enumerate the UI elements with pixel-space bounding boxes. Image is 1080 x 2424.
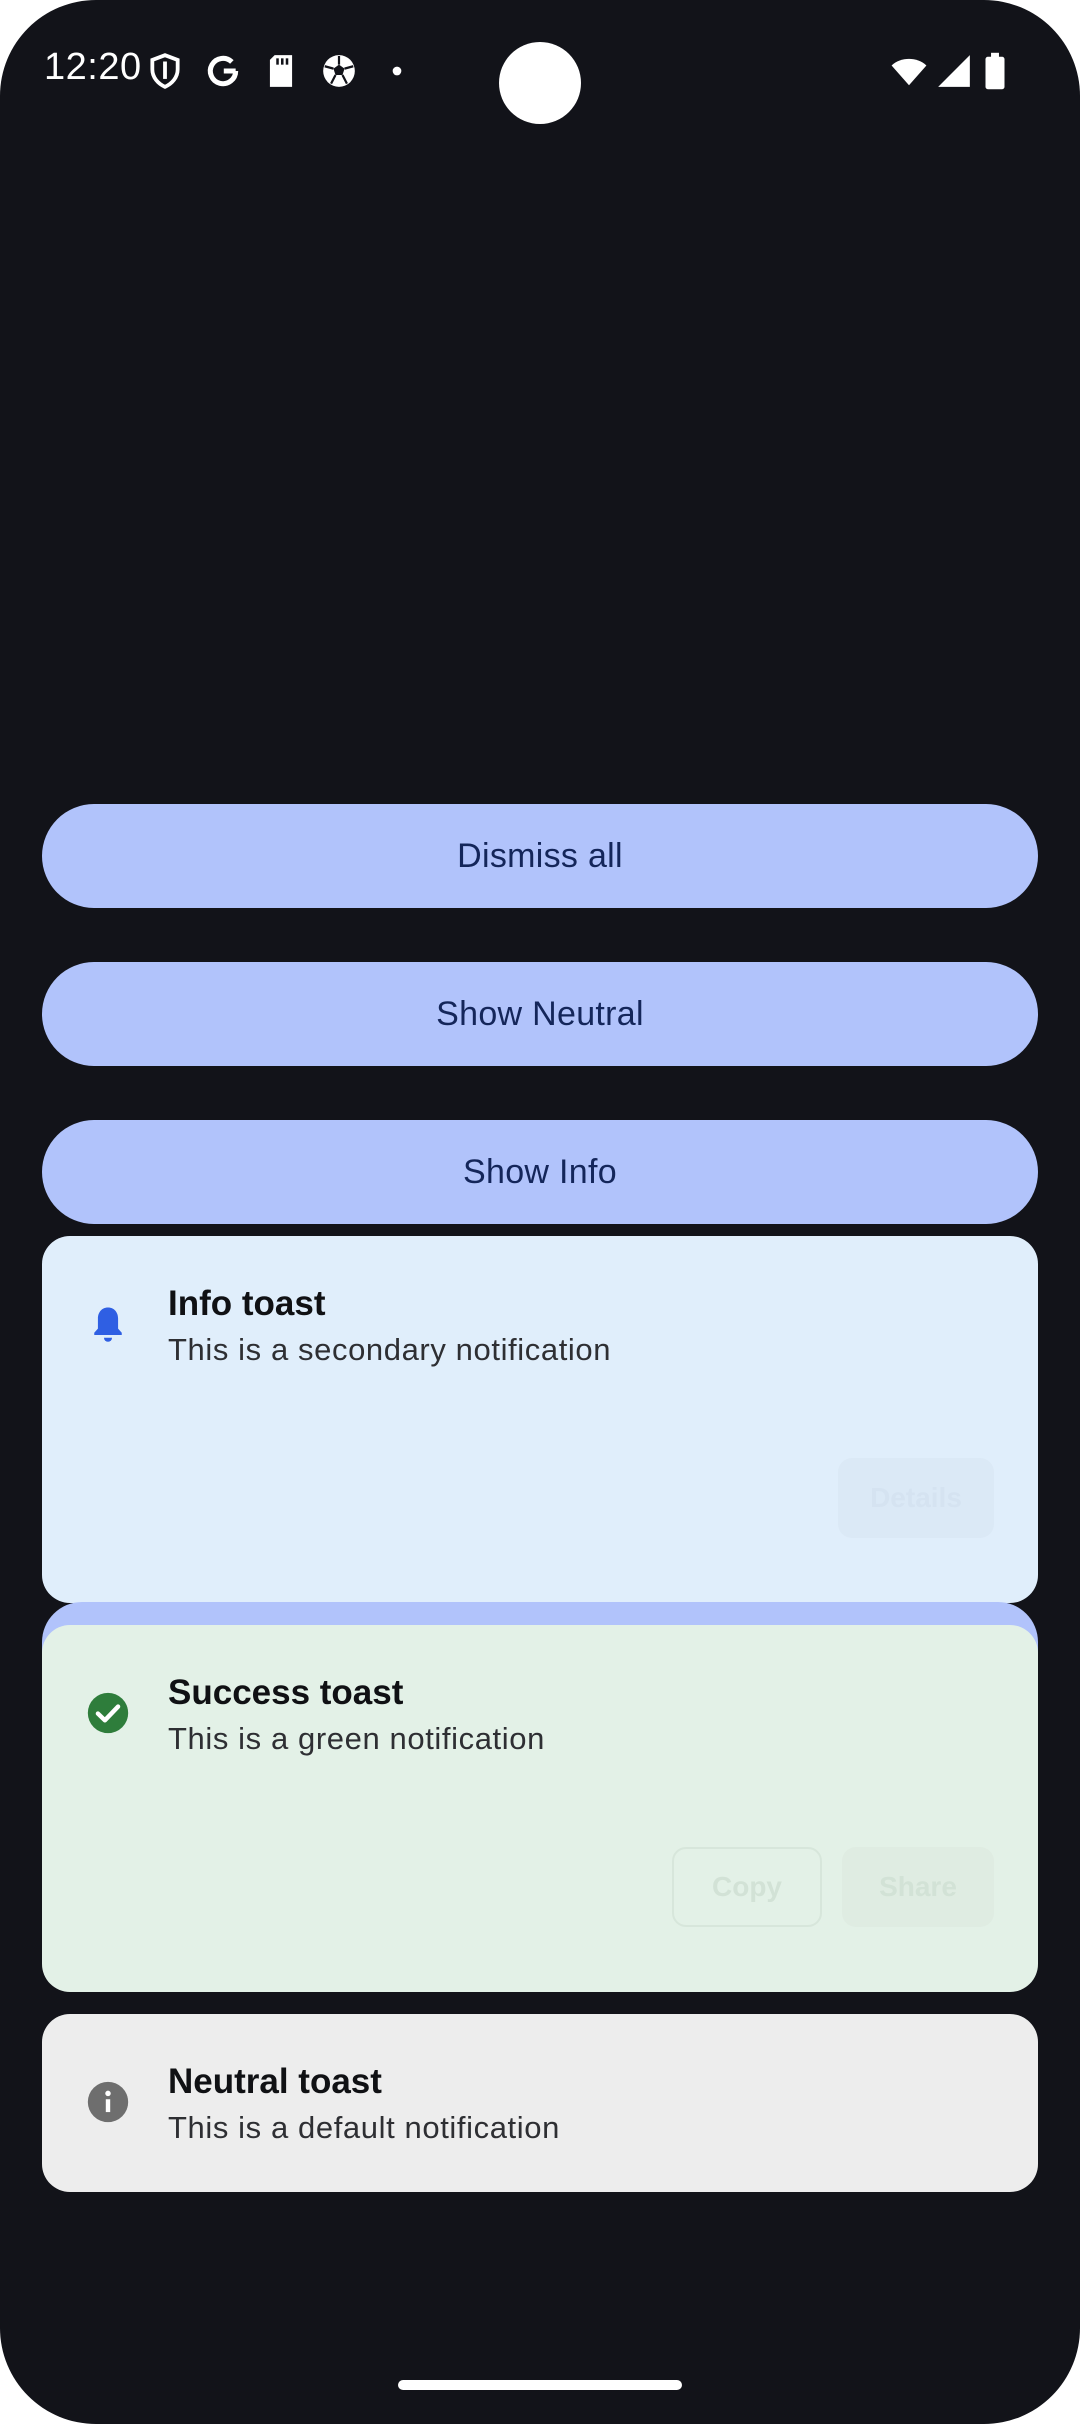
show-info-button[interactable]: Show Info bbox=[42, 1120, 1038, 1224]
check-circle-icon bbox=[87, 1692, 129, 1734]
neutral-toast-body: This is a default notification bbox=[168, 2110, 560, 2145]
info-toast-title: Info toast bbox=[168, 1284, 326, 1323]
shield-icon bbox=[150, 53, 180, 89]
neutral-toast-title: Neutral toast bbox=[168, 2062, 382, 2101]
bell-icon bbox=[94, 1307, 122, 1342]
dot-icon bbox=[392, 66, 402, 76]
dismiss-all-button[interactable]: Dismiss all bbox=[42, 804, 1038, 908]
phone-screen: 12:20 Dismiss all Show Neutral Show Info… bbox=[0, 0, 1080, 2424]
share-button[interactable]: Share bbox=[842, 1847, 994, 1927]
info-circle-icon bbox=[87, 2081, 129, 2123]
info-toast[interactable]: Info toast This is a secondary notificat… bbox=[42, 1236, 1038, 1603]
success-toast[interactable]: Success toast This is a green notificati… bbox=[42, 1625, 1038, 1992]
wifi-icon bbox=[891, 58, 927, 86]
home-indicator[interactable] bbox=[398, 2380, 682, 2390]
battery-icon bbox=[985, 52, 1005, 90]
sd-card-icon bbox=[269, 55, 293, 87]
neutral-toast[interactable]: Neutral toast This is a default notifica… bbox=[42, 2014, 1038, 2192]
google-icon bbox=[207, 55, 239, 87]
copy-button[interactable]: Copy bbox=[672, 1847, 822, 1927]
front-camera bbox=[499, 42, 581, 124]
success-toast-body: This is a green notification bbox=[168, 1721, 545, 1756]
cellular-signal-icon bbox=[938, 55, 970, 87]
show-neutral-button[interactable]: Show Neutral bbox=[42, 962, 1038, 1066]
info-toast-body: This is a secondary notification bbox=[168, 1332, 612, 1367]
success-toast-title: Success toast bbox=[168, 1673, 404, 1712]
details-button[interactable]: Details bbox=[838, 1458, 994, 1538]
status-time: 12:20 bbox=[44, 46, 142, 88]
status-bar: 12:20 bbox=[0, 0, 1080, 140]
soccer-ball-icon bbox=[323, 55, 355, 87]
